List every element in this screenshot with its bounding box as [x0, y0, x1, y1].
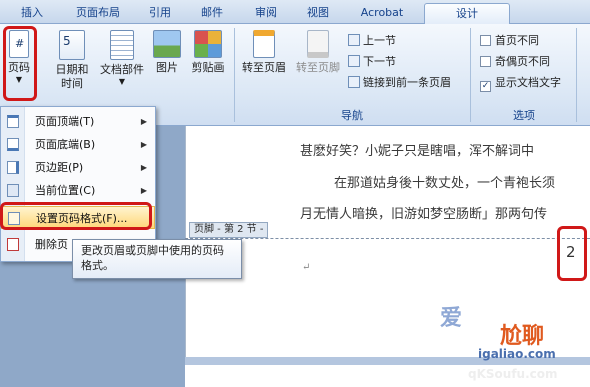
- show-document-text-label: 显示文档文字: [495, 76, 561, 89]
- group-separator: [234, 28, 235, 122]
- navigation-group-label: 导航: [341, 109, 363, 122]
- options-group-label: 选项: [513, 109, 535, 122]
- odd-even-different-label: 奇偶页不同: [495, 55, 550, 68]
- odd-even-different-checkbox[interactable]: 奇偶页不同: [480, 53, 550, 70]
- format-page-number-tooltip: 更改页眉或页脚中使用的页码格式。: [72, 239, 242, 279]
- first-page-different-label: 首页不同: [495, 34, 539, 47]
- tab-references[interactable]: 引用: [142, 3, 178, 24]
- tab-insert[interactable]: 插入: [14, 3, 50, 24]
- menu-item-current-position[interactable]: 当前位置(C) ▶: [1, 179, 155, 202]
- document-text-line-3: 月无情人暗换，旧游如梦空肠断」那两句传: [300, 207, 548, 222]
- dropdown-arrow-icon: ▼: [118, 77, 126, 86]
- goto-footer-label: 转至页脚: [296, 61, 340, 74]
- menu-item-bottom-of-page[interactable]: 页面底端(B) ▶: [1, 133, 155, 156]
- watermark-site-2: qKSoufu.com: [468, 367, 558, 381]
- document-text-line-2: 在那道姑身後十数丈处，一个青袍长须: [334, 176, 556, 191]
- group-separator: [576, 28, 577, 122]
- menu-item-label: 页面顶端(T): [35, 115, 95, 128]
- document-parts-label: 文档部件: [100, 63, 144, 76]
- menu-item-label: 当前位置(C): [35, 184, 96, 197]
- page-margin-icon: [7, 161, 19, 174]
- link-previous-label: 链接到前一条页眉: [363, 76, 451, 89]
- goto-header-button[interactable]: 转至页眉: [238, 30, 290, 75]
- page-bottom-icon: [7, 138, 19, 151]
- prev-section-label: 上一节: [363, 34, 396, 47]
- clipart-icon: [194, 30, 222, 58]
- tab-acrobat[interactable]: Acrobat: [352, 3, 412, 24]
- prev-section-button[interactable]: 上一节: [348, 32, 396, 49]
- current-position-icon: [7, 184, 19, 197]
- submenu-arrow-icon: ▶: [140, 117, 147, 126]
- tab-design[interactable]: 设计: [424, 3, 510, 24]
- menu-item-page-margins[interactable]: 页边距(P) ▶: [1, 156, 155, 179]
- menu-item-label: 删除页: [35, 238, 68, 251]
- tab-mailings[interactable]: 邮件: [194, 3, 230, 24]
- picture-icon: [153, 30, 181, 58]
- clipart-label: 剪贴画: [191, 61, 225, 74]
- group-separator: [470, 28, 471, 122]
- document-parts-button[interactable]: 文档部件 ▼: [96, 30, 148, 87]
- calendar-clock-icon: 5: [59, 30, 85, 60]
- tab-page-layout[interactable]: 页面布局: [70, 3, 126, 24]
- highlight-box-page-number-field: [557, 226, 587, 281]
- link-previous-button[interactable]: 链接到前一条页眉: [348, 74, 451, 91]
- watermark-site: igaliao.com: [478, 347, 556, 361]
- next-section-button[interactable]: 下一节: [348, 53, 396, 70]
- footer-boundary-line: [185, 238, 590, 239]
- goto-footer-icon: [307, 30, 329, 58]
- submenu-arrow-icon: ▶: [140, 163, 147, 172]
- checkbox-icon: [480, 56, 491, 67]
- picture-label: 图片: [156, 61, 178, 74]
- checkbox-checked-icon: ✓: [480, 81, 491, 92]
- clipart-button[interactable]: 剪贴画: [188, 30, 228, 75]
- first-page-different-checkbox[interactable]: 首页不同: [480, 32, 539, 49]
- watermark-logo: 爱: [440, 300, 462, 332]
- show-document-text-checkbox[interactable]: ✓ 显示文档文字: [480, 74, 561, 92]
- date-time-button[interactable]: 5 日期和 时间: [52, 30, 92, 91]
- document-text-line-1: 甚麽好笑？小妮子只是瞎唱，浑不解词中: [300, 144, 535, 159]
- tab-review[interactable]: 审阅: [248, 3, 284, 24]
- prev-section-icon: [348, 34, 360, 46]
- menu-item-top-of-page[interactable]: 页面顶端(T) ▶: [1, 110, 155, 133]
- watermark-text-2: 尬聊: [500, 324, 545, 349]
- date-time-label-1: 日期和: [55, 63, 89, 76]
- goto-header-icon: [253, 30, 275, 58]
- menu-item-label: 页面底端(B): [35, 138, 96, 151]
- picture-button[interactable]: 图片: [150, 30, 184, 75]
- delete-page-number-icon: [7, 238, 19, 251]
- submenu-arrow-icon: ▶: [140, 140, 147, 149]
- goto-footer-button[interactable]: 转至页脚: [292, 30, 344, 75]
- submenu-arrow-icon: ▶: [140, 186, 147, 195]
- page-top-icon: [7, 115, 19, 128]
- document-parts-icon: [110, 30, 134, 60]
- footer-section-label: 页脚 - 第 2 节 -: [189, 222, 269, 238]
- menu-item-label: 页边距(P): [35, 161, 84, 174]
- ribbon-tab-bar: 插入 页面布局 引用 邮件 审阅 视图 Acrobat 设计: [0, 0, 590, 24]
- next-section-label: 下一节: [363, 55, 396, 68]
- watermark-brand: 尬聊: [500, 318, 544, 350]
- highlight-box-format-menu-item: [0, 202, 152, 230]
- next-section-icon: [348, 55, 360, 67]
- checkbox-icon: [480, 35, 491, 46]
- highlight-box-page-number: [3, 26, 37, 101]
- paragraph-mark-icon: ↵: [302, 262, 311, 273]
- watermark-text-1: 爱: [440, 306, 463, 331]
- goto-header-label: 转至页眉: [242, 61, 286, 74]
- link-previous-icon: [348, 76, 360, 88]
- date-time-label-2: 时间: [61, 77, 83, 90]
- tab-view[interactable]: 视图: [300, 3, 336, 24]
